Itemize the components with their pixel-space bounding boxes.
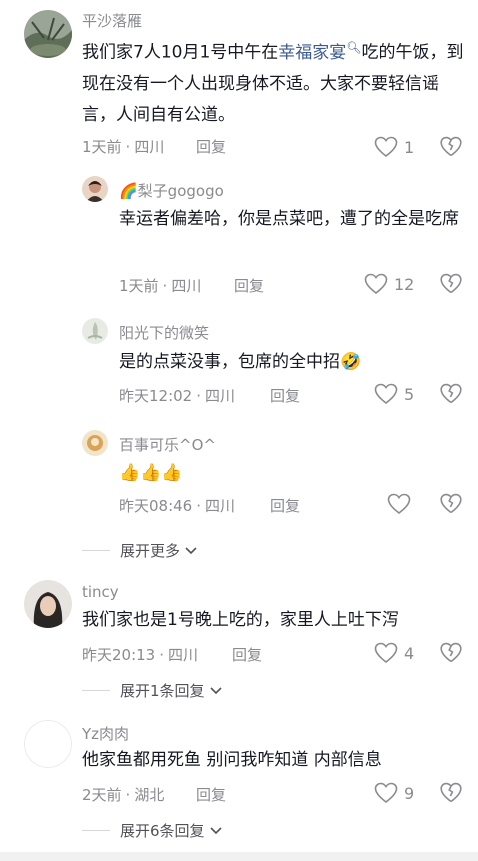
comment-text: 他家鱼都用死鱼 别问我咋知道 内部信息 [82, 750, 382, 770]
like-count: 1 [404, 137, 415, 157]
separator: · [159, 646, 165, 664]
comment-meta: 昨天12:02 · 四川 [119, 385, 235, 406]
like-count: 12 [394, 274, 415, 294]
like-count: 4 [404, 643, 415, 663]
chevron-down-icon[interactable] [209, 682, 223, 700]
heart-icon[interactable] [374, 782, 398, 804]
broken-heart-icon[interactable] [440, 273, 462, 295]
avatar[interactable] [82, 176, 108, 202]
username[interactable]: Yz肉肉 [82, 723, 129, 744]
reply-button[interactable]: 回复 [196, 136, 226, 157]
reply-button[interactable]: 回复 [232, 644, 262, 665]
reply-button[interactable]: 回复 [234, 275, 264, 296]
username[interactable]: 🌈梨子gogogo [119, 180, 224, 201]
separator: · [196, 497, 202, 515]
heart-icon[interactable] [374, 642, 398, 664]
comment-text: 幸运者偏差哈，你是点菜吧，遭了的全是吃席 [119, 209, 459, 229]
broken-heart-icon[interactable] [440, 136, 462, 158]
reply-button[interactable]: 回复 [196, 784, 226, 805]
dislike-button[interactable] [440, 493, 462, 515]
chevron-down-icon[interactable] [184, 542, 198, 560]
comment-text-part: 吃的午 [361, 42, 413, 63]
username[interactable]: 平沙落雁 [82, 10, 142, 31]
comment-text: 是的点菜没事，包席的全中招🤣 [119, 352, 362, 372]
like-count: 5 [404, 384, 415, 404]
timestamp: 昨天12:02 [119, 387, 193, 405]
search-mention-link[interactable]: 幸福家宴🔍︎ [278, 40, 361, 63]
username[interactable]: 百事可乐^O^ [119, 434, 216, 455]
timestamp: 昨天20:13 [82, 646, 156, 664]
like-button[interactable]: 4 [374, 642, 414, 664]
dislike-button[interactable] [440, 273, 462, 295]
dislike-button[interactable] [440, 136, 462, 158]
expand-label[interactable]: 展开6条回复 [120, 820, 205, 841]
like-button[interactable] [387, 493, 411, 515]
location: 四川 [205, 387, 236, 405]
search-icon[interactable]: 🔍︎ [346, 40, 361, 54]
avatar[interactable] [24, 10, 72, 58]
divider [82, 690, 110, 691]
expand-label[interactable]: 展开1条回复 [120, 680, 205, 701]
location: 四川 [171, 277, 202, 295]
comment-meta: 1天前 · 四川 [119, 275, 201, 296]
avatar[interactable] [24, 580, 72, 628]
comment-text-part: 我们家7人10月1号中午在 [82, 42, 279, 63]
like-button[interactable]: 12 [364, 273, 414, 295]
timestamp: 2天前 [82, 786, 122, 804]
separator: · [125, 786, 131, 804]
comment-meta: 1天前 · 四川 [82, 136, 164, 157]
username[interactable]: tincy [82, 583, 119, 601]
divider [82, 550, 110, 551]
comment-meta: 2天前 · 湖北 [82, 784, 164, 805]
separator: · [125, 138, 131, 156]
like-button[interactable]: 1 [374, 136, 414, 158]
avatar[interactable] [24, 720, 72, 768]
chevron-down-icon[interactable] [209, 822, 223, 840]
expand-replies-button[interactable]: 展开1条回复 [82, 680, 223, 701]
mention-label[interactable]: 幸福家宴 [278, 43, 346, 63]
reply-button[interactable]: 回复 [270, 495, 300, 516]
dislike-button[interactable] [440, 782, 462, 804]
location: 四川 [134, 138, 165, 156]
broken-heart-icon[interactable] [440, 493, 462, 515]
username[interactable]: 阳光下的微笑 [119, 322, 209, 343]
comment-text: 我们家7人10月1号中午在幸福家宴🔍︎吃的午饭，到现在没有一个人出现身体不适。大… [82, 32, 464, 131]
heart-icon[interactable] [374, 136, 398, 158]
expand-more-button[interactable]: 展开更多 [82, 540, 198, 561]
location: 湖北 [134, 786, 165, 804]
broken-heart-icon[interactable] [440, 782, 462, 804]
heart-icon[interactable] [374, 383, 398, 405]
heart-icon[interactable] [364, 273, 388, 295]
separator: · [196, 387, 202, 405]
avatar[interactable] [82, 430, 108, 456]
broken-heart-icon[interactable] [440, 642, 462, 664]
dislike-button[interactable] [440, 642, 462, 664]
comment-text: 我们家也是1号晚上吃的，家里人上吐下泻 [82, 610, 399, 630]
dislike-button[interactable] [440, 383, 462, 405]
timestamp: 昨天08:46 [119, 497, 193, 515]
like-button[interactable]: 9 [374, 782, 414, 804]
timestamp: 1天前 [82, 138, 122, 156]
like-count: 9 [404, 783, 415, 803]
heart-icon[interactable] [387, 493, 411, 515]
timestamp: 1天前 [119, 277, 159, 295]
separator: · [162, 277, 168, 295]
expand-label[interactable]: 展开更多 [120, 540, 180, 561]
avatar[interactable] [82, 318, 108, 344]
location: 四川 [205, 497, 236, 515]
location: 四川 [168, 646, 199, 664]
comment-meta: 昨天20:13 · 四川 [82, 644, 198, 665]
divider [82, 830, 110, 831]
broken-heart-icon[interactable] [440, 383, 462, 405]
comment-meta: 昨天08:46 · 四川 [119, 495, 235, 516]
reply-button[interactable]: 回复 [270, 385, 300, 406]
expand-replies-button[interactable]: 展开6条回复 [82, 820, 223, 841]
comment-text: 👍👍👍 [119, 463, 183, 483]
bottom-bar [0, 852, 478, 861]
like-button[interactable]: 5 [374, 383, 414, 405]
